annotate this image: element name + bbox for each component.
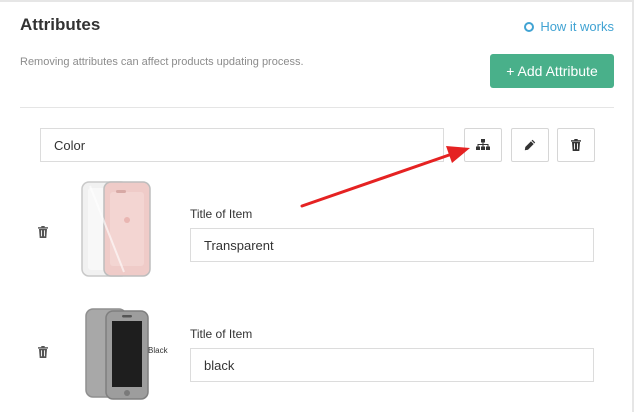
hierarchy-button[interactable] [464, 128, 502, 162]
product-image-transparent [81, 181, 151, 277]
item-title-field[interactable]: black [190, 348, 594, 382]
trash-icon [38, 346, 48, 358]
how-it-works-label: How it works [540, 19, 614, 34]
description-text: Removing attributes can affect products … [20, 56, 304, 68]
circle-icon [524, 21, 535, 32]
edit-button[interactable] [511, 128, 549, 162]
item-title-field[interactable]: Transparent [190, 228, 594, 262]
hierarchy-icon [476, 139, 490, 150]
top-border [0, 0, 634, 2]
delete-item-button[interactable] [38, 346, 48, 358]
item-title-label: Title of Item [190, 327, 253, 341]
divider [20, 107, 614, 108]
item-title-label: Title of Item [190, 207, 253, 221]
page-title: Attributes [20, 15, 101, 34]
add-attribute-button[interactable]: + Add Attribute [490, 54, 614, 88]
trash-icon [38, 226, 48, 238]
image-caption: Black [148, 346, 168, 355]
trash-icon [571, 139, 581, 151]
pencil-icon [524, 139, 536, 151]
how-it-works-link[interactable]: How it works [524, 19, 614, 34]
delete-item-button[interactable] [38, 226, 48, 238]
delete-attribute-button[interactable] [557, 128, 595, 162]
attribute-name-field[interactable]: Color [40, 128, 444, 162]
